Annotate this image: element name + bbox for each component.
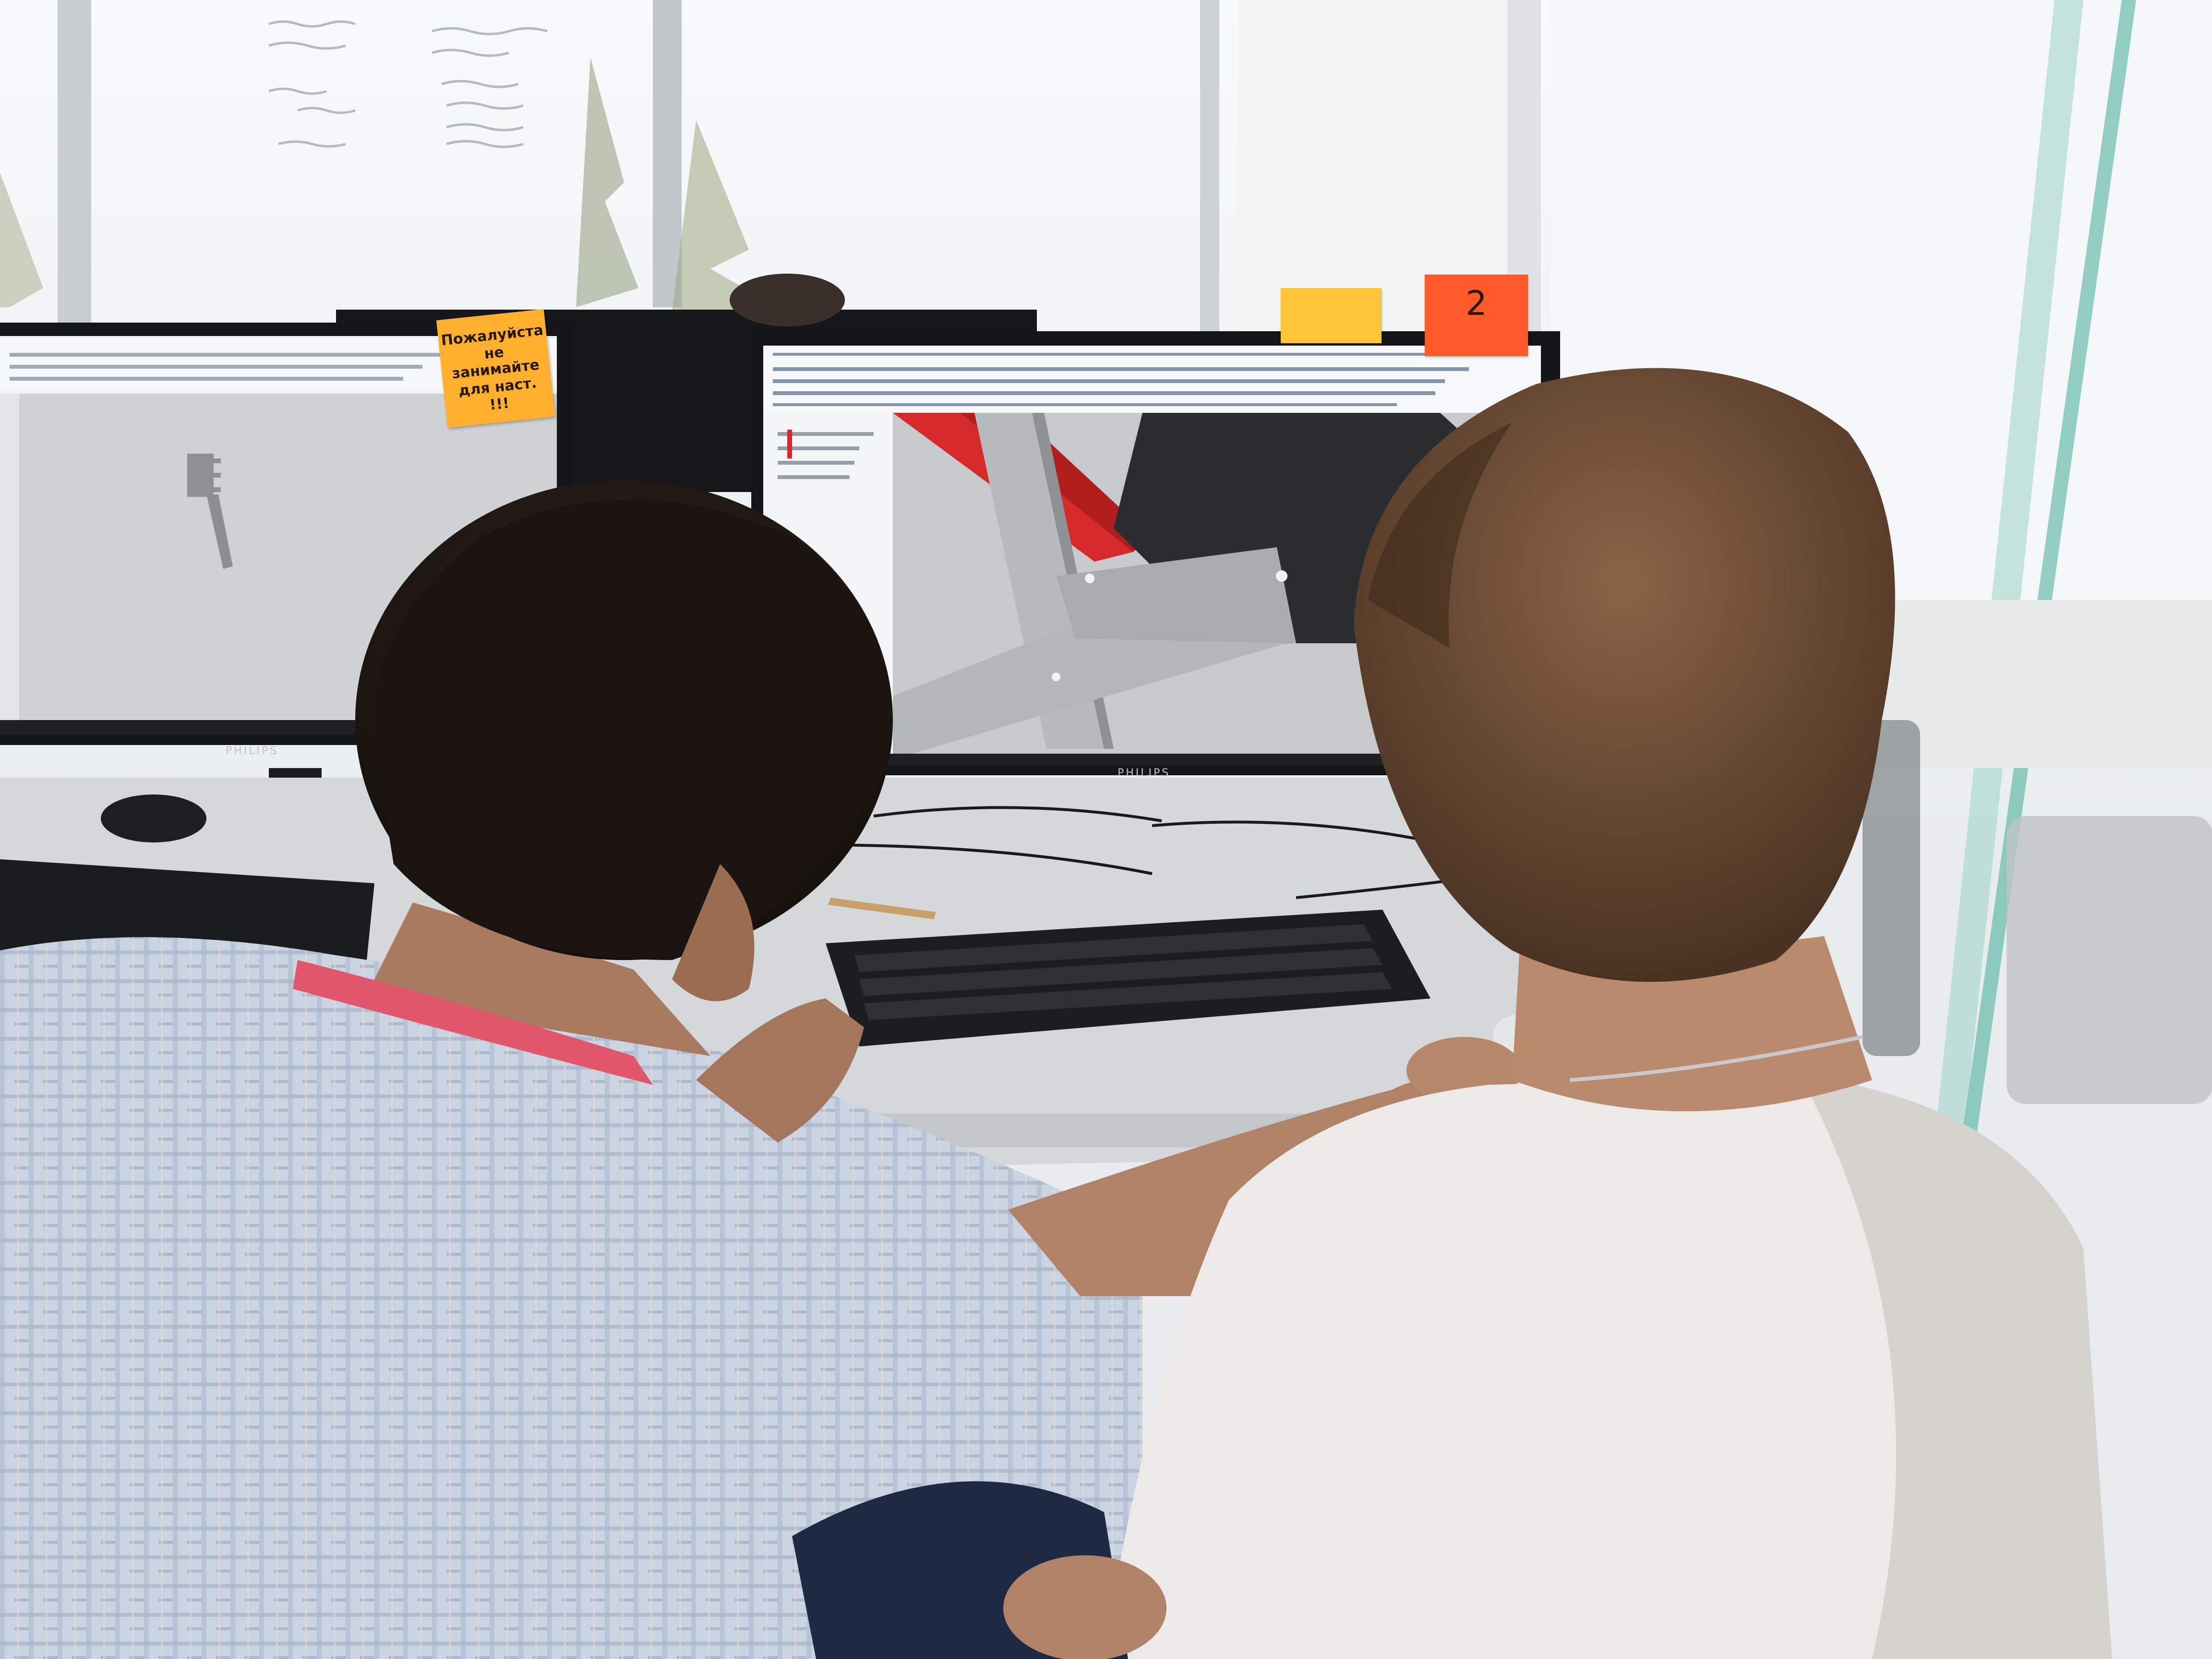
monitor-brand-left: PHILIPS [226,745,279,757]
window-frame-left [58,0,91,326]
sticky-note-middle [1281,288,1382,343]
background-person-head [730,274,845,326]
sticky-note-left: Пожалуйста не занимайте для наст. !!! [436,309,555,428]
window-frame-mid [653,0,682,307]
knee [1003,1555,1166,1659]
sticky-note-number: 2 [1425,275,1528,356]
photo-scene [0,0,2212,1659]
monitor-brand-right: PHILIPS [1118,767,1171,779]
left-mouse [101,794,206,842]
window-frame-right [1200,0,1219,336]
